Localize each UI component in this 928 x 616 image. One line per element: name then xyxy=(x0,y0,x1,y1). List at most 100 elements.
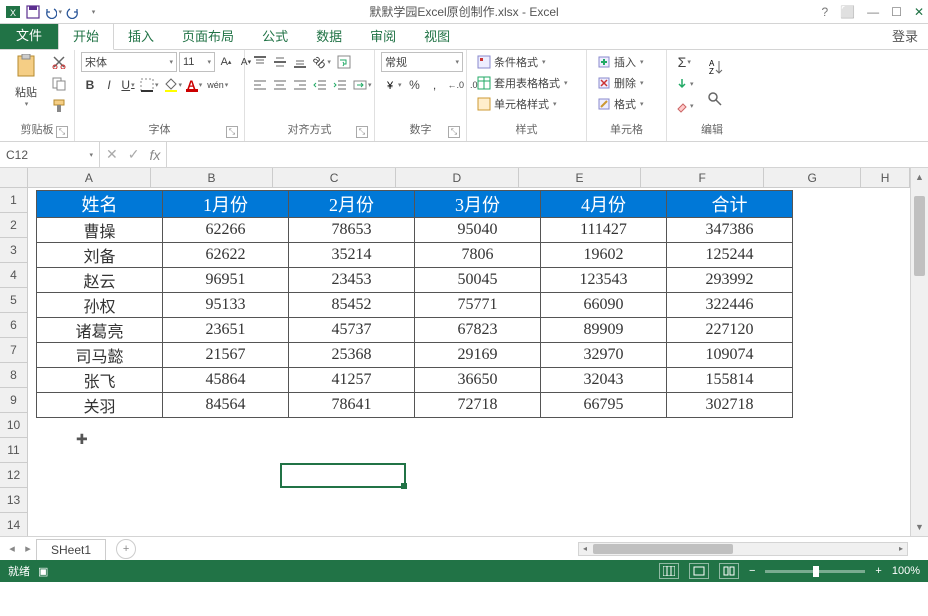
table-cell[interactable]: 45864 xyxy=(163,368,289,393)
font-color-button[interactable]: A▾ xyxy=(185,75,204,95)
cut-button[interactable] xyxy=(50,52,68,72)
view-page-layout-button[interactable] xyxy=(689,563,709,579)
table-cell[interactable]: 25368 xyxy=(289,343,415,368)
increase-font-button[interactable]: A▴ xyxy=(217,52,235,72)
align-center-button[interactable] xyxy=(271,75,289,95)
data-table[interactable]: 姓名1月份2月份3月份4月份合计曹操6226678653950401114273… xyxy=(36,190,793,418)
table-cell[interactable]: 125244 xyxy=(667,243,793,268)
table-cell[interactable]: 7806 xyxy=(415,243,541,268)
autosum-button[interactable]: Σ▾ xyxy=(673,52,696,72)
number-dialog-launcher[interactable]: ⤡ xyxy=(448,126,460,138)
undo-button[interactable]: ▾ xyxy=(44,3,62,21)
hscroll-thumb[interactable] xyxy=(593,544,733,554)
row-header[interactable]: 9 xyxy=(0,388,27,413)
qat-customize[interactable]: ▾ xyxy=(84,3,102,21)
table-header-cell[interactable]: 4月份 xyxy=(541,191,667,218)
spreadsheet-grid[interactable]: ABCDEFGH 123456789101112131415 姓名1月份2月份3… xyxy=(0,168,928,536)
fill-color-button[interactable]: ▾ xyxy=(162,75,185,95)
format-painter-button[interactable] xyxy=(50,96,68,116)
select-all-corner[interactable] xyxy=(0,168,28,188)
zoom-level[interactable]: 100% xyxy=(892,565,920,577)
enter-formula-icon[interactable]: ✓ xyxy=(128,146,140,163)
insert-function-icon[interactable]: fx xyxy=(149,147,160,163)
row-header[interactable]: 10 xyxy=(0,413,27,438)
tab-layout[interactable]: 页面布局 xyxy=(168,22,248,49)
row-header[interactable]: 5 xyxy=(0,288,27,313)
row-header[interactable]: 2 xyxy=(0,213,27,238)
column-header[interactable]: D xyxy=(396,168,519,187)
table-cell[interactable]: 75771 xyxy=(415,293,541,318)
sheet-nav-prev[interactable]: ◂ xyxy=(4,542,20,555)
table-header-cell[interactable]: 姓名 xyxy=(37,191,163,218)
table-cell[interactable]: 29169 xyxy=(415,343,541,368)
zoom-in-button[interactable]: + xyxy=(875,565,881,577)
row-header[interactable]: 8 xyxy=(0,363,27,388)
table-cell[interactable]: 36650 xyxy=(415,368,541,393)
sheet-tab[interactable]: SHeet1 xyxy=(36,539,106,560)
zoom-slider-knob[interactable] xyxy=(813,566,819,577)
table-cell[interactable]: 诸葛亮 xyxy=(37,318,163,343)
row-headers[interactable]: 123456789101112131415 xyxy=(0,188,28,536)
sheet-nav-next[interactable]: ▸ xyxy=(20,542,36,555)
tab-file[interactable]: 文件 xyxy=(0,20,58,49)
table-cell[interactable]: 32970 xyxy=(541,343,667,368)
find-select-button[interactable] xyxy=(704,84,726,114)
wrap-text-button[interactable] xyxy=(335,52,353,72)
table-cell[interactable]: 23651 xyxy=(163,318,289,343)
table-cell[interactable]: 111427 xyxy=(541,218,667,243)
column-header[interactable]: A xyxy=(28,168,151,187)
currency-button[interactable]: ¥▾ xyxy=(381,75,404,95)
table-cell[interactable]: 67823 xyxy=(415,318,541,343)
cancel-formula-icon[interactable]: ✕ xyxy=(106,146,118,163)
delete-cells-button[interactable]: 删除▾ xyxy=(593,73,648,93)
decrease-indent-button[interactable] xyxy=(311,75,329,95)
column-header[interactable]: F xyxy=(641,168,764,187)
table-cell[interactable]: 62266 xyxy=(163,218,289,243)
scroll-down-icon[interactable]: ▼ xyxy=(911,518,928,536)
table-cell[interactable]: 109074 xyxy=(667,343,793,368)
fill-handle[interactable] xyxy=(401,483,407,489)
table-cell[interactable]: 85452 xyxy=(289,293,415,318)
table-cell[interactable]: 302718 xyxy=(667,393,793,418)
view-page-break-button[interactable] xyxy=(719,563,739,579)
table-cell[interactable]: 84564 xyxy=(163,393,289,418)
font-size-combo[interactable]: 11▾ xyxy=(179,52,215,72)
underline-button[interactable]: U▾ xyxy=(119,75,137,95)
sort-filter-button[interactable]: AZ xyxy=(704,52,726,82)
copy-button[interactable] xyxy=(50,74,68,94)
table-cell[interactable]: 66795 xyxy=(541,393,667,418)
row-header[interactable]: 13 xyxy=(0,488,27,513)
pinyin-button[interactable]: wén▾ xyxy=(205,75,230,95)
cell-styles-button[interactable]: 单元格样式▾ xyxy=(473,94,561,114)
fill-button[interactable]: ▾ xyxy=(673,74,696,94)
help-button[interactable]: ? xyxy=(822,5,829,19)
table-cell[interactable]: 89909 xyxy=(541,318,667,343)
insert-cells-button[interactable]: 插入▾ xyxy=(593,52,648,72)
table-cell[interactable]: 32043 xyxy=(541,368,667,393)
scroll-left-icon[interactable]: ◂ xyxy=(579,543,591,555)
formula-input[interactable] xyxy=(167,142,928,167)
conditional-format-button[interactable]: 条件格式▾ xyxy=(473,52,550,72)
comma-button[interactable]: , xyxy=(426,75,444,95)
bold-button[interactable]: B xyxy=(81,75,99,95)
table-cell[interactable]: 78641 xyxy=(289,393,415,418)
tab-view[interactable]: 视图 xyxy=(410,22,464,49)
clipboard-dialog-launcher[interactable]: ⤡ xyxy=(56,126,68,138)
tab-review[interactable]: 审阅 xyxy=(356,22,410,49)
table-cell[interactable]: 95133 xyxy=(163,293,289,318)
table-cell[interactable]: 21567 xyxy=(163,343,289,368)
save-button[interactable] xyxy=(24,3,42,21)
column-header[interactable]: B xyxy=(151,168,274,187)
scroll-right-icon[interactable]: ▸ xyxy=(895,543,907,555)
align-left-button[interactable] xyxy=(251,75,269,95)
tab-insert[interactable]: 插入 xyxy=(114,22,168,49)
table-cell[interactable]: 123543 xyxy=(541,268,667,293)
table-cell[interactable]: 35214 xyxy=(289,243,415,268)
table-cell[interactable]: 62622 xyxy=(163,243,289,268)
ribbon-display-button[interactable]: ⬜ xyxy=(840,5,855,19)
table-cell[interactable]: 41257 xyxy=(289,368,415,393)
table-cell[interactable]: 72718 xyxy=(415,393,541,418)
table-header-cell[interactable]: 3月份 xyxy=(415,191,541,218)
column-header[interactable]: G xyxy=(764,168,861,187)
close-button[interactable]: ✕ xyxy=(914,5,924,19)
